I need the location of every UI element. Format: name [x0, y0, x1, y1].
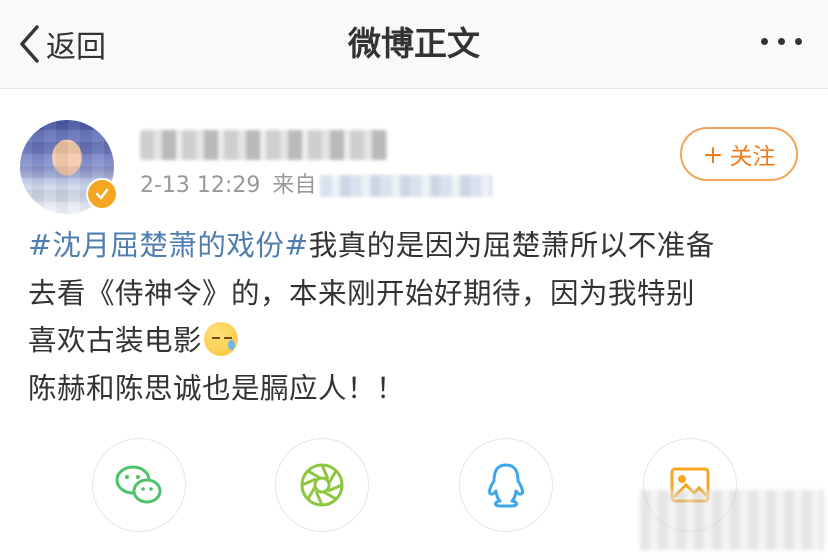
post-text-line2: 去看《侍神令》的，本来刚开始好期待，因为我特别	[28, 276, 696, 310]
more-button[interactable]	[761, 38, 802, 45]
hashtag-link[interactable]: #沈月屈楚萧的戏份#	[28, 229, 309, 262]
page-title: 微博正文	[348, 24, 480, 63]
share-wechat-button[interactable]	[92, 438, 186, 532]
post-content: #沈月屈楚萧的戏份#我真的是因为屈楚萧所以不准备 去看《侍神令》的，本来刚开始好…	[28, 222, 808, 412]
follow-label: 关注	[729, 144, 776, 170]
plus-icon: +	[702, 139, 724, 169]
dot-icon	[761, 38, 768, 45]
verified-badge-icon	[86, 178, 118, 210]
source-prefix: 来自	[272, 173, 317, 198]
dot-icon	[795, 38, 802, 45]
post-meta: 2-13 12:29 来自	[140, 172, 493, 200]
dot-icon	[778, 38, 785, 45]
follow-button[interactable]: + 关注	[680, 127, 798, 181]
watermark-blurred	[640, 490, 824, 550]
share-qq-button[interactable]	[459, 438, 553, 532]
source-blurred	[320, 175, 493, 197]
sweat-emoji-icon	[204, 322, 239, 356]
top-bar: 返回 微博正文	[0, 0, 828, 89]
qq-icon	[488, 463, 524, 508]
post-text-line3: 喜欢古装电影	[28, 324, 203, 357]
username-blurred[interactable]	[140, 130, 388, 160]
share-moments-button[interactable]	[275, 438, 369, 532]
post-text-line4: 陈赫和陈思诚也是膈应人！！	[28, 371, 406, 405]
wechat-icon	[115, 465, 162, 504]
post-time: 2-13 12:29	[140, 173, 261, 198]
post-text-line1: 我真的是因为屈楚萧所以不准备	[308, 229, 715, 262]
moments-icon	[300, 463, 344, 507]
